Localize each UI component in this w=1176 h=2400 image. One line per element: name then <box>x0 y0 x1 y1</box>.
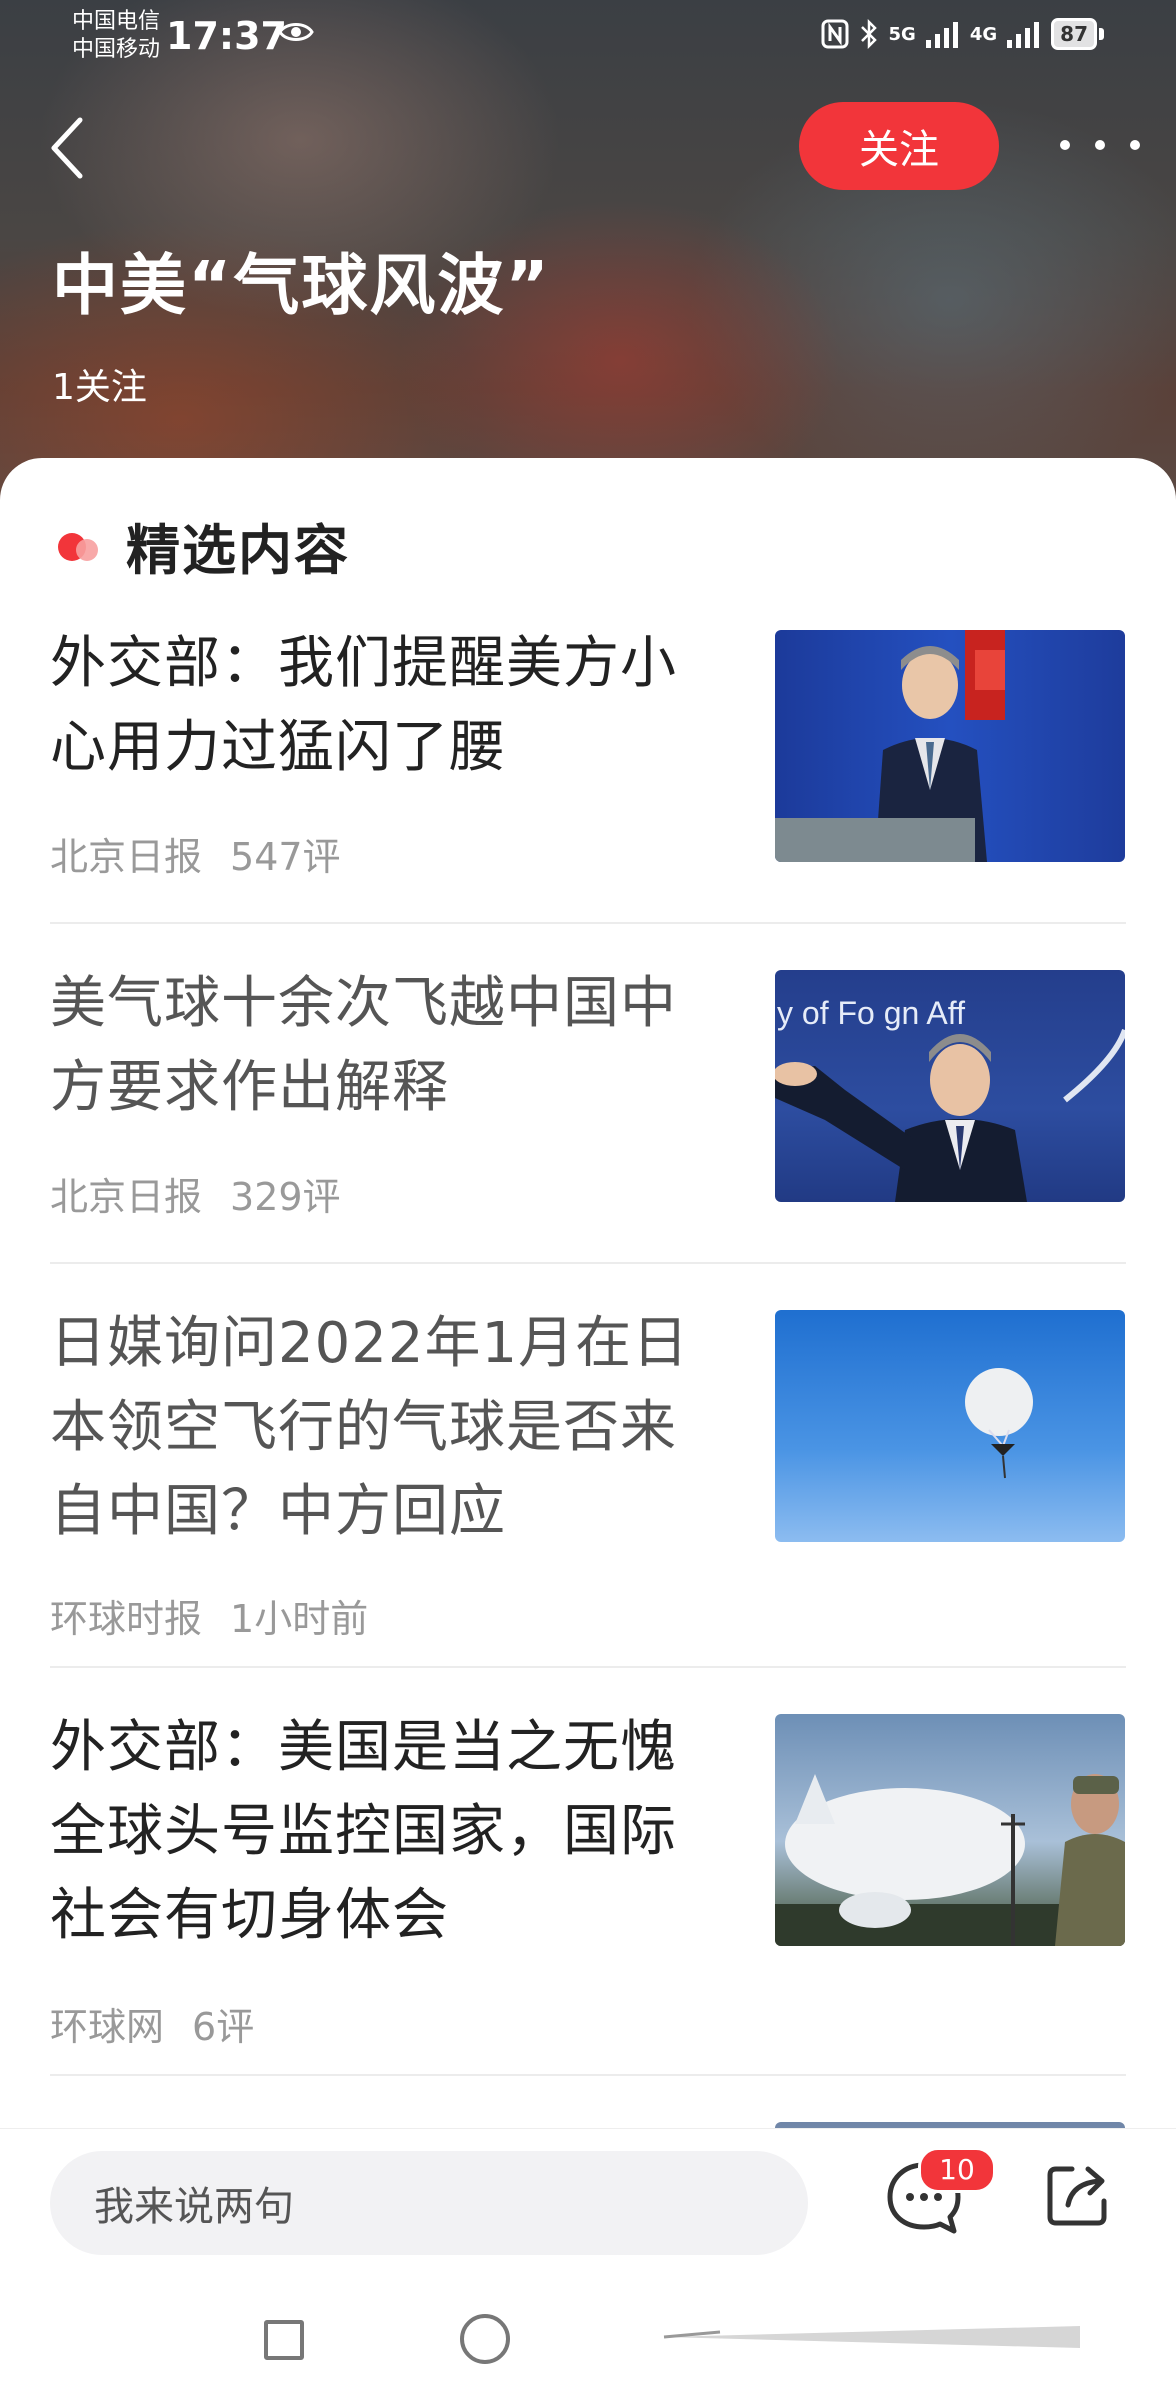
article-thumbnail: y of Fo gn Aff <box>775 970 1125 1202</box>
battery-tip <box>1099 28 1104 40</box>
nfc-icon <box>821 19 849 49</box>
article-stat: 547评 <box>230 835 341 879</box>
article-meta: 环球时报 1小时前 <box>50 1588 368 1643</box>
section-title: 精选内容 <box>126 518 350 582</box>
article-thumbnail <box>775 1310 1125 1542</box>
network-label-2: 4G <box>969 23 998 45</box>
spokesperson-image: y of Fo gn Aff <box>775 995 1125 1202</box>
divider <box>50 1666 1126 1668</box>
spokesperson-image <box>775 630 1005 862</box>
more-dot-icon <box>1130 140 1140 150</box>
divider <box>50 1262 1126 1264</box>
article-item[interactable]: 外交部：我们提醒美方小心用力过猛闪了腰 北京日报 547评 <box>50 622 1126 922</box>
thumbnail-text: y of Fo gn Aff <box>777 995 965 1031</box>
system-nav-bar <box>0 2264 1176 2400</box>
topic-title: 中美“气球风波” <box>52 247 551 324</box>
article-title: 日媒询问2022年1月在日本领空飞行的气球是否来自中国？中方回应 <box>50 1311 690 1544</box>
recent-apps-button[interactable] <box>264 2320 304 2360</box>
more-options-button[interactable] <box>1060 120 1140 170</box>
back-gesture-button[interactable] <box>660 2322 1080 2352</box>
carrier-1: 中国电信 <box>72 9 161 34</box>
battery-level: 87 <box>1051 18 1097 50</box>
divider <box>50 2074 1126 2076</box>
carrier-info: 中国电信 中国移动 <box>72 8 160 64</box>
article-source: 北京日报 <box>50 1175 203 1219</box>
clock: 17:37 <box>166 14 287 58</box>
comment-bar: 我来说两句 10 <box>0 2128 1176 2265</box>
featured-dot-icon <box>54 525 104 565</box>
content-card: 精选内容 外交部：我们提醒美方小心用力过猛闪了腰 北京日报 547评 美气球十余次… <box>0 458 1176 2130</box>
eye-icon <box>278 23 314 41</box>
battery-icon: 87 <box>1051 18 1104 50</box>
article-meta: 北京日报 329评 <box>50 1166 341 1221</box>
article-title: 外交部：我们提醒美方小心用力过猛闪了腰 <box>50 631 677 780</box>
article-meta: 环球网 6评 <box>50 1996 254 2051</box>
network-label-1: 5G <box>888 23 916 45</box>
article-item[interactable]: 美气球十余次飞越中国中方要求作出解释 北京日报 329评 y of Fo gn A… <box>50 962 1126 1262</box>
home-button[interactable] <box>460 2314 510 2364</box>
comment-count-badge: 10 <box>918 2147 996 2193</box>
follow-count: 1关注 <box>52 367 147 408</box>
status-bar: 中国电信 中国移动 17:37 5G 4G 87 <box>0 0 1176 80</box>
status-icons: 5G 4G 87 <box>821 14 1104 54</box>
balloon-image <box>965 1368 1033 1479</box>
topic-header: 中国电信 中国移动 17:37 5G 4G 87 关注 中美“气球风波” 1关注 <box>0 0 1176 520</box>
follow-button[interactable]: 关注 <box>799 102 999 190</box>
signal-icon-2 <box>1007 22 1040 48</box>
article-stat: 329评 <box>230 1175 341 1219</box>
article-item[interactable]: 外交部：美国是当之无愧全球头号监控国家，国际社会有切身体会 环球网 6评 <box>50 1706 1126 2086</box>
more-dot-icon <box>1060 140 1070 150</box>
article-title: 美气球十余次飞越中国中方要求作出解释 <box>50 971 677 1120</box>
comment-input[interactable]: 我来说两句 <box>50 2151 808 2255</box>
article-thumbnail <box>775 630 1125 862</box>
bluetooth-icon <box>860 19 877 49</box>
back-triangle-icon <box>664 2326 1080 2348</box>
article-source: 环球时报 <box>50 1597 203 1641</box>
signal-icon <box>925 22 958 48</box>
article-item[interactable]: 日媒询问2022年1月在日本领空飞行的气球是否来自中国？中方回应 环球时报 1小时… <box>50 1302 1126 1682</box>
article-thumbnail <box>775 1714 1125 1946</box>
section-header: 精选内容 <box>54 510 350 582</box>
chevron-left-icon <box>51 117 83 179</box>
divider <box>50 922 1126 924</box>
article-stat: 1小时前 <box>230 1597 369 1641</box>
article-source: 北京日报 <box>50 835 203 879</box>
article-meta: 北京日报 547评 <box>50 826 341 881</box>
article-title: 外交部：美国是当之无愧全球头号监控国家，国际社会有切身体会 <box>50 1715 677 1948</box>
more-dot-icon <box>1095 140 1105 150</box>
article-source: 环球网 <box>50 2005 165 2049</box>
share-button[interactable] <box>1042 2159 1114 2231</box>
back-button[interactable] <box>44 112 92 184</box>
aerostat-image <box>775 1774 1125 1946</box>
article-stat: 6评 <box>192 2005 255 2049</box>
carrier-2: 中国移动 <box>72 37 161 62</box>
